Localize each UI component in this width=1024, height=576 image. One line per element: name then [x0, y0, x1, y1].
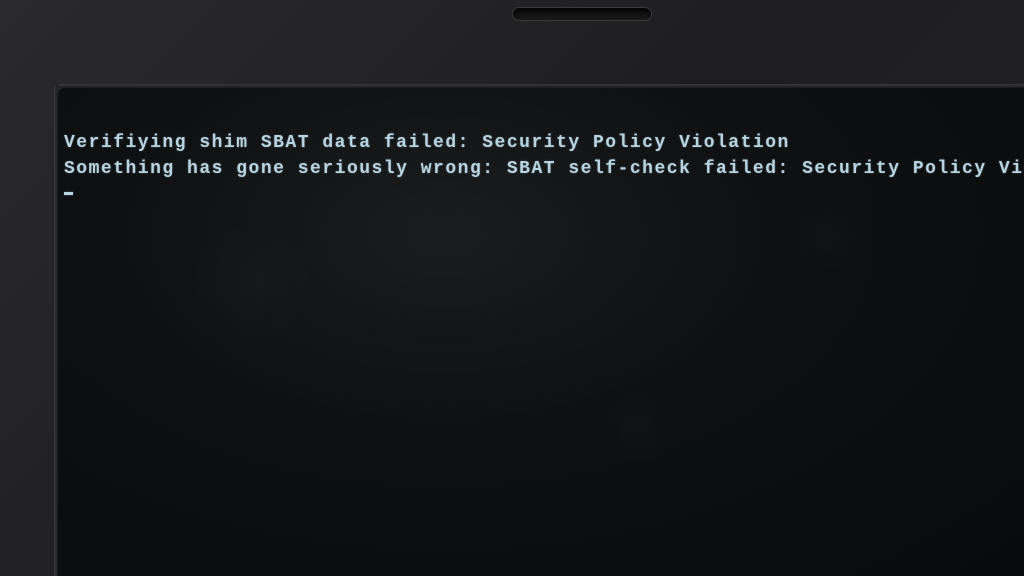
text-cursor-icon	[64, 192, 73, 195]
boot-error-line-2: Something has gone seriously wrong: SBAT…	[64, 159, 1024, 179]
webcam-slot-icon	[512, 7, 652, 21]
webcam-area	[492, 0, 672, 28]
boot-screen: Verifiying shim SBAT data failed: Securi…	[58, 88, 1024, 576]
laptop-bezel: Verifiying shim SBAT data failed: Securi…	[0, 0, 1024, 576]
boot-error-line-1: Verifiying shim SBAT data failed: Securi…	[64, 133, 790, 153]
boot-error-text: Verifiying shim SBAT data failed: Securi…	[58, 88, 1024, 182]
